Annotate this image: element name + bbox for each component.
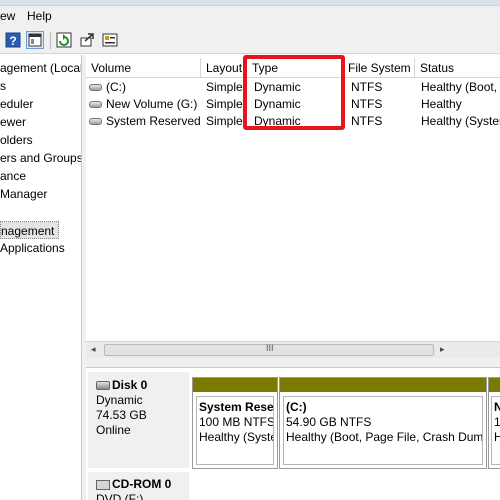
properties-icon[interactable] xyxy=(101,31,119,49)
svg-text:?: ? xyxy=(9,34,16,48)
tree-item-performance[interactable]: ance xyxy=(0,167,26,185)
disk-name: Disk 0 xyxy=(112,378,148,392)
cell-layout: Simple xyxy=(206,97,243,111)
cell-status: Healthy (Boot, xyxy=(421,80,498,94)
disk-type: Dynamic xyxy=(96,393,143,407)
partition-status: Healthy (Syste xyxy=(199,430,274,444)
tree-item-shared-folders[interactable]: olders xyxy=(0,131,33,149)
partition-color-bar xyxy=(193,378,277,392)
disk-0-label[interactable]: Disk 0 Dynamic 74.53 GB Online xyxy=(88,372,189,468)
pane-divider[interactable] xyxy=(86,358,500,368)
tree-item-system-tools[interactable]: s xyxy=(0,77,6,95)
refresh-icon[interactable] xyxy=(55,31,73,49)
cdrom-0-label[interactable]: CD-ROM 0 DVD (F:) xyxy=(88,472,189,500)
column-header-file-system[interactable]: File System xyxy=(343,58,415,78)
horizontal-scrollbar[interactable]: ◂ III ▸ xyxy=(86,341,500,358)
tree-item-device-manager[interactable]: Manager xyxy=(0,185,47,203)
disk-status: Online xyxy=(96,423,131,437)
cell-status: Healthy xyxy=(421,97,462,111)
title-bar-strip xyxy=(0,0,500,6)
cell-status: Healthy (System xyxy=(421,114,500,128)
tree-item-local-users-groups[interactable]: ers and Groups xyxy=(0,149,81,167)
hard-disk-icon xyxy=(96,381,110,390)
partition-size: 100 MB NTFS xyxy=(199,415,274,429)
menu-bar: ew Help xyxy=(0,0,500,28)
partition-title: (C:) xyxy=(286,400,307,414)
volume-icon xyxy=(89,118,102,125)
partition-status: Healthy (Boot, Page File, Crash Dump xyxy=(286,430,483,444)
help-book-icon[interactable]: ? xyxy=(4,31,22,49)
column-header-status[interactable]: Status xyxy=(415,58,500,78)
cdrom-type: DVD (F:) xyxy=(96,492,144,500)
scroll-left-icon[interactable]: ◂ xyxy=(91,344,96,355)
tree-item-services-applications[interactable]: Applications xyxy=(0,239,65,257)
partition-title: N xyxy=(494,400,500,415)
type-column-highlight xyxy=(243,55,345,130)
disk-graphical-view: Disk 0 Dynamic 74.53 GB Online System Re… xyxy=(86,368,500,500)
partition-color-bar xyxy=(489,378,500,392)
toolbar-separator xyxy=(50,32,51,49)
column-header-volume[interactable]: Volume xyxy=(86,58,201,78)
cell-volume: (C:) xyxy=(106,80,126,94)
tree-item-disk-management[interactable]: nagement xyxy=(0,221,60,239)
scrollbar-grip-icon: III xyxy=(266,343,274,353)
cell-volume: New Volume (G:) xyxy=(106,97,198,111)
partition-color-bar xyxy=(280,378,486,392)
column-header-layout[interactable]: Layout xyxy=(201,58,247,78)
volume-icon xyxy=(89,101,102,108)
show-hide-icon[interactable] xyxy=(26,31,44,49)
tree-item-task-scheduler[interactable]: eduler xyxy=(0,95,33,113)
tree-item-event-viewer[interactable]: ewer xyxy=(0,113,26,131)
rescan-icon[interactable] xyxy=(78,31,96,49)
cell-layout: Simple xyxy=(206,114,243,128)
cell-file-system: NTFS xyxy=(351,114,383,128)
cd-drive-icon xyxy=(96,479,110,490)
partition-c-drive[interactable]: (C:) 54.90 GB NTFS Healthy (Boot, Page F… xyxy=(279,377,487,469)
partition-new-volume[interactable]: N 1 H xyxy=(488,377,500,469)
cell-file-system: NTFS xyxy=(351,97,383,111)
scroll-right-icon[interactable]: ▸ xyxy=(440,344,445,355)
partition-status: H xyxy=(494,430,500,445)
cdrom-name: CD-ROM 0 xyxy=(112,477,172,491)
disk-size: 74.53 GB xyxy=(96,408,147,422)
console-tree: agement (Local s eduler ewer olders ers … xyxy=(0,55,82,500)
partition-size: 1 xyxy=(494,415,500,430)
volume-icon xyxy=(89,84,102,91)
menu-help[interactable]: Help xyxy=(27,9,52,23)
partition-system-reserved[interactable]: System Rese 100 MB NTFS Healthy (Syste xyxy=(192,377,278,469)
cell-file-system: NTFS xyxy=(351,80,383,94)
cell-volume: System Reserved xyxy=(106,114,200,128)
cell-layout: Simple xyxy=(206,80,243,94)
partition-title: System Rese xyxy=(199,400,274,414)
toolbar: ? xyxy=(0,28,500,54)
partition-size: 54.90 GB NTFS xyxy=(286,415,372,429)
menu-view[interactable]: ew xyxy=(0,9,15,23)
tree-item-computer-management[interactable]: agement (Local xyxy=(0,59,81,77)
